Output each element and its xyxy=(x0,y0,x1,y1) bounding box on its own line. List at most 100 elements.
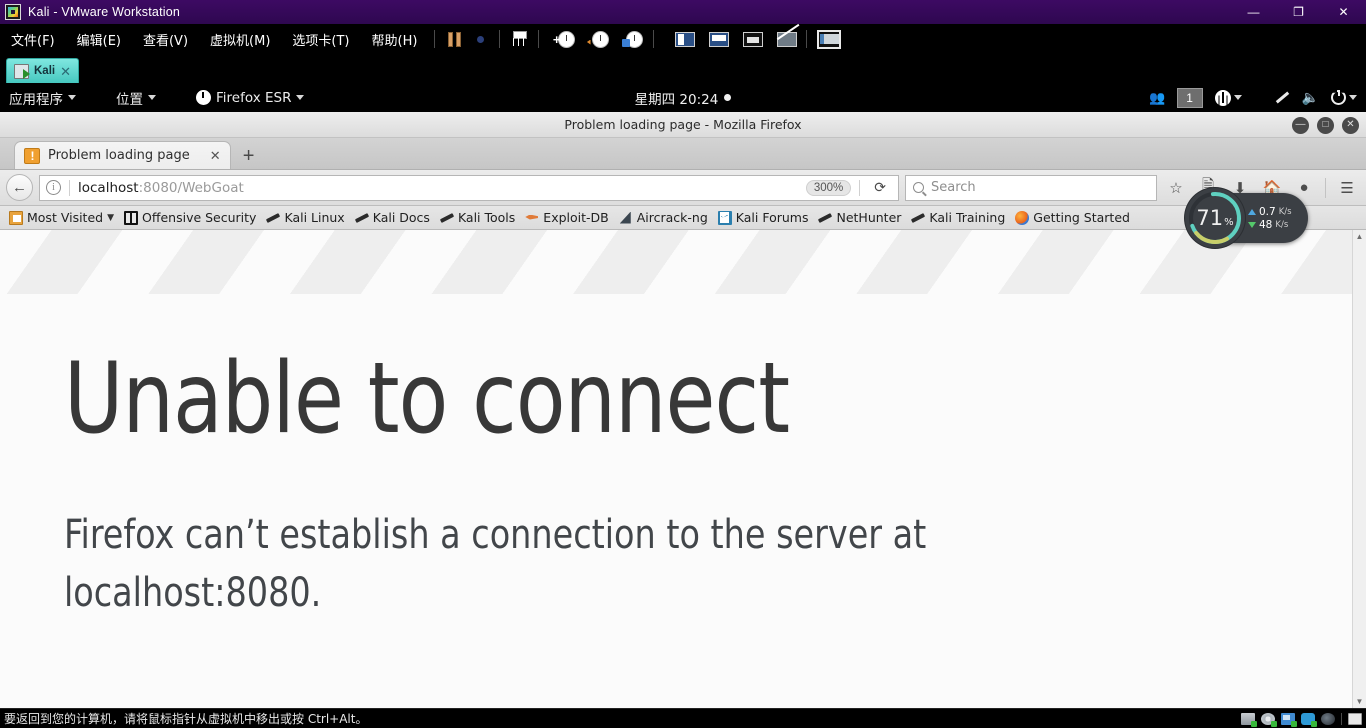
toolbar-divider-3 xyxy=(538,30,540,48)
tab-close-icon[interactable]: ✕ xyxy=(210,148,221,164)
vmware-close-button[interactable]: ✕ xyxy=(1321,0,1366,24)
performance-widget[interactable]: 71% 0.7 K/s 48 K/s xyxy=(1185,188,1308,248)
clock[interactable]: 星期四 20:24 xyxy=(583,88,783,108)
bookmark-exploit-db[interactable]: Exploit-DB xyxy=(520,207,613,229)
bookmark-label: Kali Forums xyxy=(735,210,809,225)
kali-top-panel: 应用程序 位置 Firefox ESR 星期四 20:24 👥 1 🔈 xyxy=(0,83,1366,112)
scroll-down-arrow[interactable]: ▼ xyxy=(1356,697,1364,706)
usb-icon[interactable] xyxy=(1301,713,1317,727)
url-host: localhost xyxy=(78,179,139,196)
pen-tool-icon[interactable] xyxy=(1269,88,1295,108)
bookmark-nethunter[interactable]: NetHunter xyxy=(813,207,906,229)
vm-tab-close-icon[interactable]: ✕ xyxy=(60,65,71,78)
view-fullscreen-icon[interactable] xyxy=(706,28,732,50)
view-stretch-icon[interactable] xyxy=(740,28,766,50)
bookmark-most-visited[interactable]: Most Visited ▼ xyxy=(4,207,119,229)
firefox-close-button[interactable]: ✕ xyxy=(1342,116,1359,134)
kali-dragon-icon xyxy=(818,211,832,225)
view-multimonitor-icon[interactable] xyxy=(774,28,800,50)
cdrom-icon[interactable] xyxy=(1261,713,1277,727)
site-identity-icon[interactable]: i xyxy=(46,180,61,195)
firefox-window: Problem loading page - Mozilla Firefox —… xyxy=(0,112,1366,708)
bookmark-label: Getting Started xyxy=(1033,210,1130,225)
printer-icon[interactable] xyxy=(1348,713,1362,725)
cpu-percent-value: 71 xyxy=(1196,206,1224,230)
snapshot-manager-icon[interactable] xyxy=(621,28,647,50)
menu-help[interactable]: 帮助(H) xyxy=(361,24,429,54)
guest-screen: Kali ✕ 应用程序 位置 Firefox ESR 星期四 20:24 👥 1… xyxy=(0,54,1366,708)
snapshot-take-icon[interactable] xyxy=(553,28,579,50)
bookmark-aircrack-ng[interactable]: Aircrack-ng xyxy=(614,207,713,229)
vmware-restore-button[interactable]: ❐ xyxy=(1276,0,1321,24)
bookmark-label: Kali Training xyxy=(929,210,1006,225)
menu-edit[interactable]: 编辑(E) xyxy=(66,24,132,54)
bookmark-kali-training[interactable]: Kali Training xyxy=(906,207,1010,229)
power-menu[interactable] xyxy=(1326,88,1362,107)
reload-button[interactable]: ⟳ xyxy=(868,179,892,196)
upload-value: 0.7 xyxy=(1259,205,1276,218)
network-adapter-icon[interactable] xyxy=(506,28,532,50)
bookmark-kali-tools[interactable]: Kali Tools xyxy=(435,207,520,229)
back-button[interactable]: ← xyxy=(6,174,33,201)
toolbar-divider xyxy=(434,30,436,48)
sound-icon[interactable] xyxy=(1321,713,1335,725)
applications-menu[interactable]: 应用程序 xyxy=(0,85,85,110)
firefox-minimize-button[interactable]: — xyxy=(1292,116,1309,134)
unity-mode-icon[interactable] xyxy=(813,28,845,50)
url-path: :8080/WebGoat xyxy=(138,179,244,196)
new-tab-button[interactable]: + xyxy=(231,146,265,169)
harddisk-icon[interactable] xyxy=(1241,713,1257,727)
menu-vm[interactable]: 虚拟机(M) xyxy=(199,24,281,54)
menu-file[interactable]: 文件(F) xyxy=(0,24,66,54)
upload-arrow-icon xyxy=(1248,208,1256,215)
error-page: Unable to connect Firefox can’t establis… xyxy=(0,230,1352,708)
vmware-minimize-button[interactable]: — xyxy=(1231,0,1276,24)
bookmark-label: Kali Linux xyxy=(284,210,345,225)
error-description: Firefox can’t establish a connection to … xyxy=(64,512,927,616)
firefox-maximize-button[interactable]: □ xyxy=(1317,116,1334,134)
menu-hamburger-icon[interactable]: ☰ xyxy=(1334,175,1360,201)
stripe-banner xyxy=(0,230,1352,294)
bookmark-offensive-security[interactable]: Offensive Security xyxy=(119,207,261,229)
bookmark-label: Kali Tools xyxy=(457,210,516,225)
scroll-up-arrow[interactable]: ▲ xyxy=(1356,232,1364,241)
browser-tab[interactable]: Problem loading page ✕ xyxy=(14,141,231,169)
page-viewport: Unable to connect Firefox can’t establis… xyxy=(0,230,1366,708)
download-value: 48 xyxy=(1259,218,1273,231)
pause-icon[interactable] xyxy=(441,28,467,50)
network-icon[interactable] xyxy=(1281,713,1297,727)
navbar-divider xyxy=(1325,177,1326,198)
users-icon[interactable]: 👥 xyxy=(1144,88,1169,108)
bookmark-kali-linux[interactable]: Kali Linux xyxy=(261,207,349,229)
workspace-switcher[interactable]: 1 xyxy=(1172,86,1208,110)
upload-row: 0.7 K/s xyxy=(1248,206,1292,218)
kali-dragon-icon xyxy=(355,211,369,225)
accessibility-icon xyxy=(1214,89,1231,106)
chevron-down-icon xyxy=(296,95,305,100)
firefox-icon xyxy=(196,90,211,105)
power-dot-icon[interactable] xyxy=(467,28,493,50)
accessibility-menu[interactable] xyxy=(1210,88,1247,108)
bookmark-kali-docs[interactable]: Kali Docs xyxy=(350,207,435,229)
bookmark-label: Offensive Security xyxy=(142,210,257,225)
menu-view[interactable]: 查看(V) xyxy=(132,24,199,54)
kali-dragon-icon xyxy=(911,211,925,225)
vmware-window-controls: — ❐ ✕ xyxy=(1231,0,1366,24)
bookmarks-toolbar: Most Visited ▼ Offensive Security Kali L… xyxy=(0,206,1366,230)
zoom-level-badge[interactable]: 300% xyxy=(805,179,852,196)
bookmark-getting-started[interactable]: Getting Started xyxy=(1010,207,1135,229)
search-bar[interactable]: Search xyxy=(905,174,1157,201)
menu-tabs[interactable]: 选项卡(T) xyxy=(281,24,360,54)
url-bar[interactable]: i localhost:8080/WebGoat 300% ⟳ xyxy=(39,174,899,201)
chevron-down-icon: ▼ xyxy=(107,212,115,223)
firefox-window-button[interactable]: Firefox ESR xyxy=(187,85,313,110)
vertical-scrollbar[interactable]: ▲ ▼ xyxy=(1352,230,1366,708)
bookmark-kali-forums[interactable]: Kali Forums xyxy=(713,207,814,229)
volume-icon[interactable]: 🔈 xyxy=(1297,87,1324,108)
view-console-icon[interactable] xyxy=(672,28,698,50)
vm-tab-label: Kali xyxy=(34,65,56,77)
kali-dragon-icon xyxy=(266,211,280,225)
places-menu[interactable]: 位置 xyxy=(107,85,165,110)
snapshot-revert-icon[interactable] xyxy=(587,28,613,50)
vmware-tab-kali[interactable]: Kali ✕ xyxy=(6,58,79,83)
